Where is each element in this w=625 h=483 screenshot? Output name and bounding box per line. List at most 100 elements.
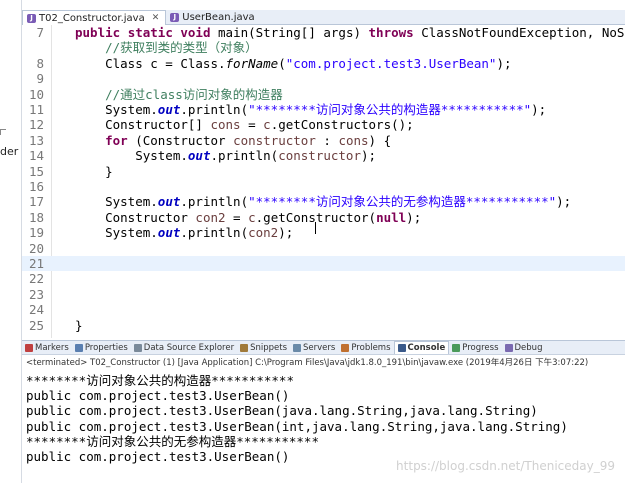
code-line[interactable]: 22 [22,271,625,286]
watermark: https://blog.csdn.net/Theniceday_99 [396,459,615,473]
console-output-line: public com.project.test3.UserBean(java.l… [26,403,538,419]
code-token: .println( [180,194,249,210]
code-text: //通过class访问对象的构造器 [75,87,283,102]
tab-debug[interactable]: Debug [502,341,546,354]
line-number: 11 [28,102,44,117]
code-line[interactable]: 11 System.out.println("********访问对象公共的构造… [22,102,625,117]
tab-problems[interactable]: Problems [338,341,393,354]
code-line[interactable]: 7 public static void main(String[] args) … [22,25,625,40]
code-line[interactable]: 21 [22,256,625,271]
tab-progress[interactable]: Progress [449,341,501,354]
code-line[interactable]: 8 Class c = Class.forName("com.project.t… [22,56,625,71]
close-icon[interactable]: ✕ [152,13,160,23]
editor-tab-bar: J T02_Constructor.java ✕ J UserBean.java [22,10,625,25]
line-number: 23 [28,286,44,302]
code-token: "********访问对象公共的构造器***********" [248,102,532,117]
view-tab-label: Snippets [250,342,288,353]
tab-userbean[interactable]: J UserBean.java [166,10,260,25]
code-text: Constructor[] cons = c.getConstructors()… [75,117,414,132]
console-status-header: <terminated> T02_Constructor (1) [Java A… [26,358,589,368]
view-tab-label: Data Source Explorer [143,342,235,353]
code-text: System.out.println(con2); [75,225,293,240]
code-token: System. [75,225,158,241]
line-number: 8 [36,55,44,71]
code-editor[interactable]: 7 public static void main(String[] args) … [22,25,625,338]
code-token: .println( [180,225,249,241]
code-token: c [248,209,256,225]
properties-icon [74,343,83,352]
code-token: : [315,132,339,148]
code-line[interactable]: 23 [22,287,625,302]
line-number: 24 [28,302,44,318]
console-icon [397,344,406,352]
code-text: System.out.println("********访问对象公共的无参构造器… [75,194,571,209]
code-line[interactable]: 16 [22,179,625,194]
tab-data-source-explorer[interactable]: Data Source Explorer [131,341,237,354]
code-token: ); [531,102,547,117]
code-line[interactable]: 18 Constructor con2 = c.getConstructor(n… [22,210,625,225]
tab-t02-constructor[interactable]: J T02_Constructor.java ✕ [22,10,167,25]
view-tab-label: Markers [35,342,69,353]
view-tab-label: Progress [462,342,499,353]
tree-expander-mark[interactable] [0,129,6,135]
tab-label: T02_Constructor.java [39,12,145,24]
tab-label: UserBean.java [182,12,255,23]
console-output-line: public com.project.test3.UserBean() [26,449,290,464]
code-token: con2 [195,209,226,225]
console-output-line: public com.project.test3.UserBean() [26,388,290,404]
code-token: Constructor [75,209,196,225]
tab-console[interactable]: Console [393,341,450,354]
code-token: out [157,194,181,210]
code-token: //通过class访问对象的构造器 [105,86,283,102]
code-line[interactable]: 14 System.out.println(constructor); [22,148,625,163]
code-line[interactable]: 12 Constructor[] cons = c.getConstructor… [22,117,625,132]
code-token: ); [406,209,422,225]
debug-icon [504,343,513,352]
code-token: constructor [278,148,361,164]
code-token: } [75,163,113,179]
code-line[interactable]: 24 [22,302,625,317]
line-number: 15 [28,163,44,179]
code-line[interactable]: //获取到类的类型（对象） [22,40,625,55]
tab-snippets[interactable]: Snippets [237,341,290,354]
code-line[interactable]: 15 } [22,164,625,179]
code-token: "com.project.test3.UserBean" [285,55,497,71]
line-number: 13 [28,132,44,148]
code-token: = [225,209,249,225]
code-token: //获取到类的类型（对象） [105,40,258,56]
code-token: static [127,25,181,40]
tab-properties[interactable]: Properties [72,341,131,354]
code-line[interactable]: 25} [22,318,625,333]
code-token: ) { [368,132,392,148]
code-line[interactable]: 13 for (Constructor constructor : cons) … [22,133,625,148]
line-number: 25 [28,317,44,333]
code-token: = [240,117,264,133]
tab-servers[interactable]: Servers [290,341,338,354]
java-file-icon: J [27,13,36,23]
code-line[interactable]: 20 [22,241,625,256]
code-line[interactable]: 10 //通过class访问对象的构造器 [22,87,625,102]
code-token: Class c = Class. [75,55,226,71]
code-token: ClassNotFoundException, NoSuchMe [421,25,625,40]
code-line[interactable]: 17 System.out.println("********访问对象公共的无参… [22,194,625,209]
code-token: constructor [233,132,316,148]
tab-markers[interactable]: Markers [22,341,72,354]
code-line[interactable]: 19 System.out.println(con2); [22,225,625,240]
line-number: 7 [36,25,44,40]
line-number: 19 [28,225,44,241]
console-output-line: ********访问对象公共的构造器*********** [26,373,294,388]
code-line[interactable]: 9 [22,71,625,86]
code-token: ); [278,225,294,241]
console-view[interactable]: <terminated> T02_Constructor (1) [Java A… [22,355,625,483]
code-token: "********访问对象公共的无参构造器***********" [248,194,557,210]
code-token: forName [225,55,279,71]
code-token: Constructor[] [75,117,211,133]
code-text: Class c = Class.forName("com.project.tes… [75,55,511,71]
code-token: null [376,209,407,225]
console-output-line: public com.project.test3.UserBean(int,ja… [26,418,568,434]
line-number: 22 [28,271,44,287]
views-tab-bar: Markers Properties Data Source Explorer Sni… [22,340,625,355]
code-text: for (Constructor constructor : cons) { [75,133,391,148]
